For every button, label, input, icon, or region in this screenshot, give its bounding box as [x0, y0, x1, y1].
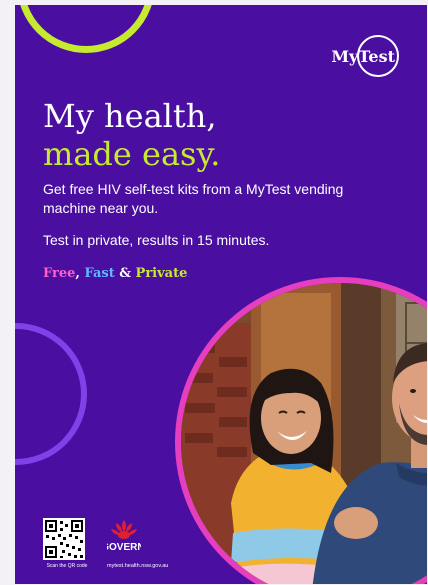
tagline-fast: Fast	[84, 266, 115, 281]
qr-label: Scan the QR code	[46, 563, 88, 569]
body-paragraph-2: Test in private, results in 15 minutes.	[43, 232, 270, 248]
mytest-logo: MyTest	[331, 35, 399, 77]
tagline: Free, Fast & Private	[43, 266, 187, 281]
tagline-free: Free	[43, 266, 76, 281]
logo-text: MyTest	[331, 46, 395, 66]
nsw-logo-text: NSW GOVERNMENT	[107, 542, 141, 553]
headline-line-1: My health,	[43, 97, 217, 135]
tagline-comma: ,	[75, 266, 80, 281]
qr-code-icon[interactable]	[43, 518, 85, 560]
waratah-icon: NSW GOVERNMENT	[75, 520, 173, 553]
headline-line-2: made easy.	[43, 135, 221, 173]
couple-photo-illustration	[181, 283, 427, 584]
website-url[interactable]: mytest.health.nsw.gov.au	[107, 563, 168, 569]
decorative-ring-left	[15, 323, 87, 465]
tagline-private: Private	[135, 266, 188, 281]
headline: My health, made easy.	[43, 97, 220, 173]
body-paragraph-1: Get free HIV self-test kits from a MyTes…	[43, 181, 344, 216]
decorative-ring-top	[17, 5, 155, 53]
nsw-government-logo: NSW GOVERNMENT	[75, 518, 173, 560]
poster: MyTest My health, made easy. Get free HI…	[15, 5, 427, 584]
photo-ring	[175, 277, 427, 584]
couple-photo	[181, 283, 427, 584]
tagline-amp: &	[119, 266, 132, 281]
